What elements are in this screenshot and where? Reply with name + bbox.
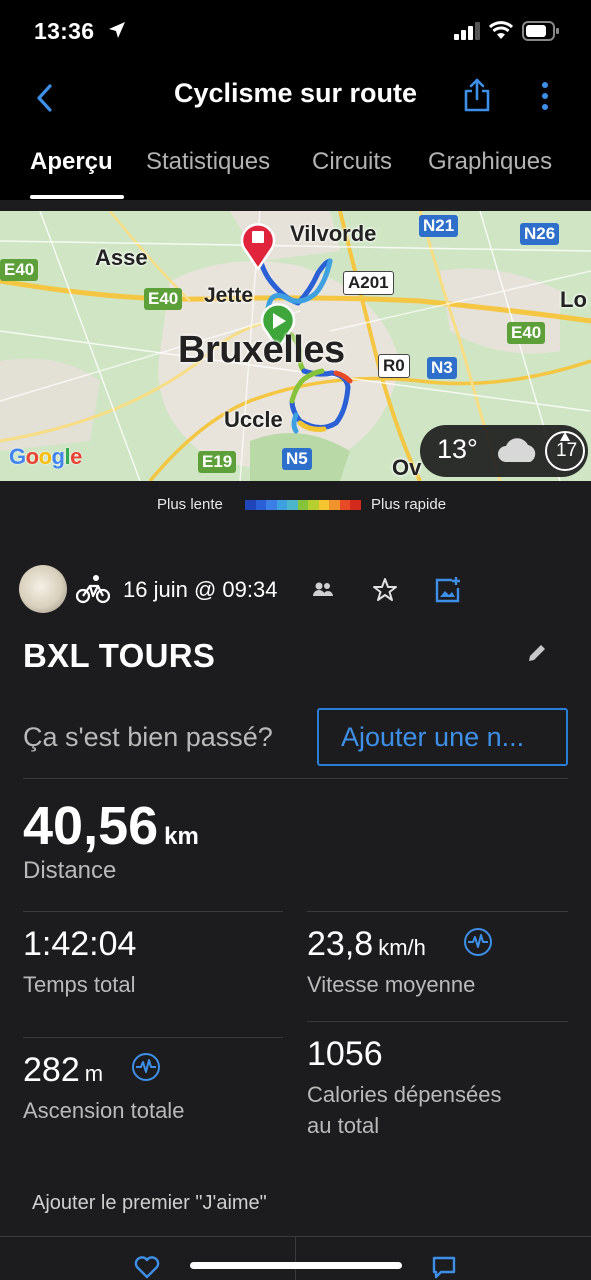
cloud-icon: [498, 438, 536, 462]
road-badge-n5: N5: [282, 448, 312, 470]
road-badge-e40-right: E40: [507, 322, 546, 344]
avg-speed-value: 23,8 km/h: [307, 925, 426, 964]
calories-value: 1056: [307, 1035, 383, 1074]
speed-color-segment: [350, 500, 362, 510]
divider: [23, 1037, 283, 1038]
speed-legend: Plus lente Plus rapide: [0, 495, 591, 517]
status-bar: 13:36: [0, 0, 591, 66]
comment-icon[interactable]: [431, 1255, 457, 1279]
calories-number: 1056: [307, 1035, 383, 1073]
activity-title: BXL TOURS: [23, 637, 216, 674]
ascent-unit: m: [84, 1061, 104, 1086]
heart-icon[interactable]: [134, 1255, 160, 1279]
speed-color-segment: [297, 500, 309, 510]
speed-color-scale: [245, 500, 362, 510]
avg-speed-unit: km/h: [378, 935, 426, 960]
road-badge-n3: N3: [427, 357, 457, 379]
map-label-asse: Asse: [95, 245, 148, 270]
ascent-label: Ascension totale: [23, 1098, 185, 1123]
speed-color-segment: [339, 500, 351, 510]
distance-unit: km: [164, 823, 199, 850]
route-map[interactable]: Vilvorde Asse Jette Bruxelles Uccle Ov L…: [0, 211, 591, 481]
tab-statistics[interactable]: Statistiques: [146, 148, 270, 176]
active-tab-indicator: [30, 195, 124, 199]
divider: [23, 911, 283, 912]
distance-value: 40,56 km: [23, 795, 199, 857]
navigation-bar: Cyclisme sur route Aperçu Statistiques C…: [0, 66, 591, 200]
speed-color-segment: [245, 500, 256, 510]
edit-pencil-icon[interactable]: [526, 642, 548, 664]
ascent-number: 282: [23, 1051, 80, 1089]
add-note-button[interactable]: Ajouter une n...: [317, 708, 568, 766]
legend-slow-label: Plus lente: [157, 496, 223, 513]
avg-speed-label: Vitesse moyenne: [307, 972, 476, 997]
tab-bar: Aperçu Statistiques Circuits Graphiques: [0, 146, 591, 200]
activity-date: 16 juin @ 09:34: [123, 577, 278, 602]
legend-fast-label: Plus rapide: [371, 496, 447, 513]
first-like-prompt: Ajouter le premier "J'aime": [32, 1192, 267, 1214]
total-time-number: 1:42:04: [23, 925, 137, 963]
road-badge-n21: N21: [419, 215, 459, 237]
speed-color-segment: [255, 500, 267, 510]
road-badge-n26: N26: [520, 223, 560, 245]
speed-color-segment: [329, 500, 340, 510]
speed-color-segment: [266, 500, 277, 510]
calories-label-line2: au total: [307, 1113, 380, 1138]
tab-charts[interactable]: Graphiques: [428, 148, 552, 176]
add-photo-icon[interactable]: [434, 576, 462, 604]
people-icon[interactable]: [312, 580, 334, 598]
divider: [307, 911, 568, 912]
distance-label: Distance: [23, 857, 117, 884]
google-logo: Google: [9, 444, 82, 469]
more-options-icon[interactable]: [535, 80, 555, 112]
ascent-value: 282 m: [23, 1051, 103, 1090]
road-badge-r0: R0: [378, 354, 410, 378]
total-time-label: Temps total: [23, 972, 136, 997]
share-icon[interactable]: [462, 78, 492, 112]
map-label-vilvorde: Vilvorde: [290, 221, 377, 246]
calories-label: Calories dépensées au total: [307, 1079, 501, 1141]
cellular-signal-icon: [454, 22, 480, 40]
speed-color-segment: [308, 500, 319, 510]
calories-label-line1: Calories dépensées: [307, 1082, 502, 1107]
road-badge-e40-left: E40: [0, 259, 39, 281]
wind-speed: 17: [556, 440, 578, 461]
speed-color-segment: [318, 500, 330, 510]
tab-laps[interactable]: Circuits: [312, 148, 392, 176]
status-time: 13:36: [34, 18, 95, 44]
bicycle-icon: [76, 575, 110, 604]
map-label-jette: Jette: [204, 284, 254, 307]
total-time-value: 1:42:04: [23, 925, 136, 964]
speed-color-segment: [276, 500, 288, 510]
heart-rate-badge-icon[interactable]: [463, 927, 493, 957]
avg-speed-number: 23,8: [307, 925, 374, 963]
divider: [295, 1237, 296, 1280]
map-label-ov: Ov: [392, 455, 422, 480]
speed-color-segment: [287, 500, 298, 510]
weather-badge[interactable]: 13° 17: [420, 425, 588, 477]
divider: [23, 778, 568, 779]
road-badge-e40-mid: E40: [144, 288, 183, 310]
map-label-uccle: Uccle: [224, 407, 283, 432]
wifi-icon: [489, 21, 513, 39]
map-label-lo: Lo: [560, 287, 587, 312]
map-label-bruxelles: Bruxelles: [178, 329, 345, 371]
road-badge-e19: E19: [198, 451, 237, 473]
star-icon[interactable]: [372, 577, 398, 603]
divider: [307, 1021, 568, 1022]
distance-number: 40,56: [23, 796, 159, 856]
battery-icon: [522, 21, 559, 41]
bottom-action-bar: [0, 1236, 591, 1280]
tab-overview[interactable]: Aperçu: [30, 148, 113, 176]
avatar[interactable]: [19, 565, 67, 613]
back-chevron-icon[interactable]: [30, 82, 62, 114]
feeling-prompt: Ça s'est bien passé?: [23, 722, 273, 752]
page-title: Cyclisme sur route: [173, 78, 418, 108]
heart-rate-badge-icon[interactable]: [131, 1052, 161, 1082]
location-arrow-icon: [109, 22, 125, 38]
weather-temperature: 13°: [437, 434, 478, 464]
road-badge-a201: A201: [343, 271, 394, 295]
home-indicator[interactable]: [190, 1262, 402, 1269]
